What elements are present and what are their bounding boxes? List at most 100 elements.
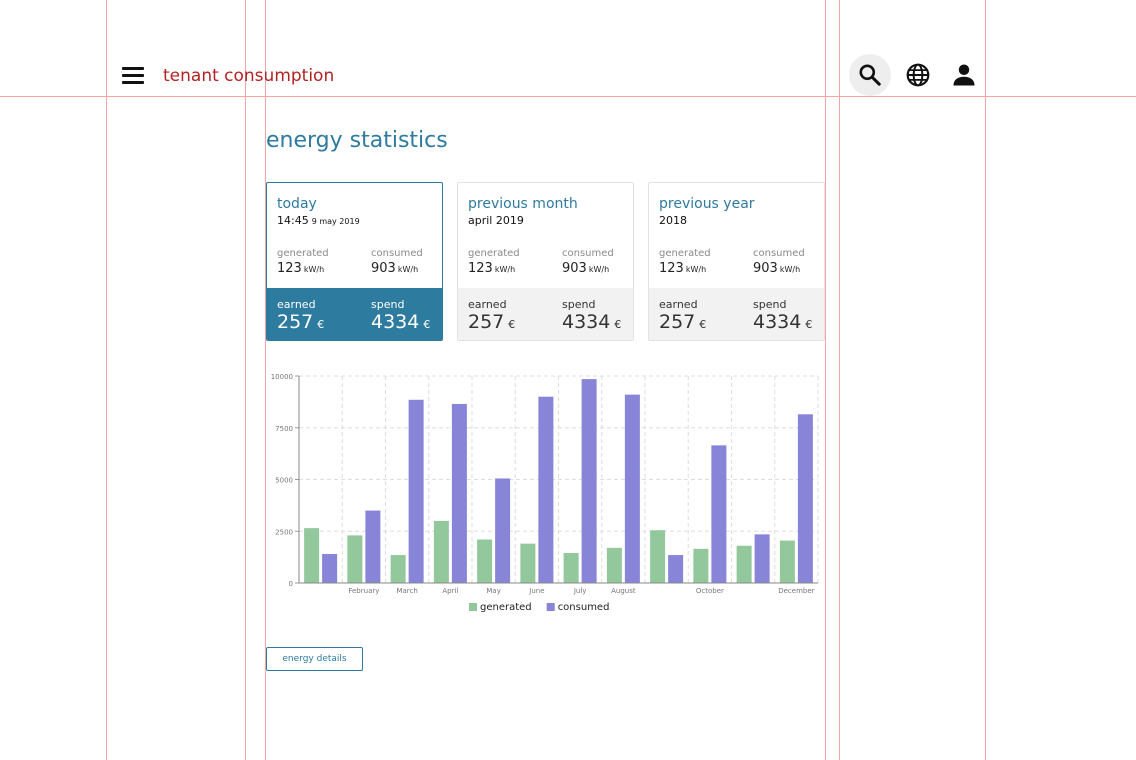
earned-label: earned	[277, 298, 316, 311]
earned-number: 257	[468, 311, 505, 333]
bar-consumed	[624, 394, 640, 583]
app-title: tenant consumption	[163, 66, 335, 86]
generated-number: 123	[659, 261, 684, 276]
card-time-value: 14:45	[277, 214, 309, 227]
spend-label: spend	[371, 298, 405, 311]
spend-label: spend	[562, 298, 596, 311]
unit: kW/h	[588, 265, 610, 274]
bar-generated	[779, 540, 795, 583]
y-tick-label: 10000	[271, 373, 293, 381]
legend-label-consumed: consumed	[558, 602, 610, 613]
search-button[interactable]	[849, 54, 891, 96]
language-button[interactable]	[897, 54, 939, 96]
unit: kW/h	[685, 265, 707, 274]
unit: kW/h	[779, 265, 801, 274]
bar-generated	[693, 548, 709, 583]
stat-card-today[interactable]: today 14:45 9 may 2019 generated 123 kW/h …	[266, 182, 443, 341]
x-tick-label: April	[442, 587, 458, 595]
spend-value: 4334 €	[371, 311, 430, 333]
legend-swatch-generated	[469, 603, 477, 611]
bar-generated	[390, 555, 406, 583]
card-subtitle: 2018	[659, 214, 687, 227]
bar-consumed	[451, 403, 467, 583]
consumed-number: 903	[562, 261, 587, 276]
currency: €	[423, 318, 431, 331]
bar-generated	[304, 528, 320, 583]
bar-generated	[477, 539, 493, 583]
bar-generated	[520, 543, 536, 583]
stat-card-previous-year[interactable]: previous year 2018 generated 123 kW/h con…	[648, 182, 825, 341]
card-money-section: earned 257 € spend 4334 €	[458, 288, 633, 340]
layout-guide	[825, 0, 826, 760]
layout-guide	[985, 0, 986, 760]
generated-label: generated	[277, 248, 329, 259]
x-tick-label: June	[528, 587, 544, 595]
x-tick-label: October	[696, 587, 724, 595]
x-tick-label: May	[486, 587, 500, 595]
generated-value: 123 kW/h	[277, 261, 324, 276]
card-money-section: earned 257 € spend 4334 €	[649, 288, 824, 340]
earned-label: earned	[659, 298, 698, 311]
globe-icon	[906, 63, 930, 87]
consumed-value: 903 kW/h	[753, 261, 800, 276]
spend-number: 4334	[562, 311, 611, 333]
generated-label: generated	[659, 248, 711, 259]
unit: kW/h	[303, 265, 325, 274]
currency: €	[805, 318, 813, 331]
stat-card-previous-month[interactable]: previous month april 2019 generated 123 k…	[457, 182, 634, 341]
card-time: 14:45 9 may 2019	[277, 214, 360, 227]
bar-generated	[563, 552, 579, 583]
card-money-section: earned 257 € spend 4334 €	[267, 288, 442, 340]
legend-label-generated: generated	[480, 602, 532, 613]
currency: €	[699, 318, 707, 331]
consumed-number: 903	[753, 261, 778, 276]
y-tick-label: 7500	[275, 425, 293, 433]
consumed-value: 903 kW/h	[371, 261, 418, 276]
bar-consumed	[581, 379, 597, 583]
consumed-number: 903	[371, 261, 396, 276]
search-icon	[859, 64, 881, 86]
card-title: previous year	[659, 196, 755, 212]
bar-consumed	[668, 555, 684, 583]
earned-value: 257 €	[277, 311, 324, 333]
layout-guide	[245, 0, 246, 760]
bar-generated	[606, 547, 622, 583]
layout-guide	[0, 96, 1136, 97]
y-tick-label: 2500	[275, 528, 293, 536]
card-subtitle: april 2019	[468, 214, 524, 227]
user-icon	[953, 64, 975, 86]
currency: €	[614, 318, 622, 331]
bar-consumed	[365, 510, 381, 583]
spend-number: 4334	[753, 311, 802, 333]
bar-consumed	[408, 399, 424, 583]
bar-generated	[433, 520, 449, 583]
bar-consumed	[538, 396, 554, 583]
earned-value: 257 €	[659, 311, 706, 333]
x-tick-label: March	[396, 587, 417, 595]
earned-value: 257 €	[468, 311, 515, 333]
y-tick-label: 5000	[275, 477, 293, 485]
unit: kW/h	[397, 265, 419, 274]
layout-guide	[106, 0, 107, 760]
spend-number: 4334	[371, 311, 420, 333]
consumed-label: consumed	[753, 248, 805, 259]
generated-number: 123	[468, 261, 493, 276]
unit: kW/h	[494, 265, 516, 274]
bar-generated	[347, 535, 363, 583]
bar-consumed	[754, 534, 770, 583]
account-button[interactable]	[943, 54, 985, 96]
consumed-value: 903 kW/h	[562, 261, 609, 276]
menu-icon[interactable]	[119, 62, 147, 90]
bar-consumed	[711, 445, 727, 583]
layout-guide	[839, 0, 840, 760]
bar-generated	[736, 545, 752, 583]
y-tick-label: 0	[289, 580, 293, 588]
earned-label: earned	[468, 298, 507, 311]
x-tick-label: February	[348, 587, 379, 595]
page-title: energy statistics	[266, 128, 448, 153]
energy-details-button[interactable]: energy details	[266, 647, 363, 671]
energy-bar-chart: 0 2500 5000 7500 10000 February March April May J…	[271, 373, 819, 613]
earned-number: 257	[659, 311, 696, 333]
generated-value: 123 kW/h	[659, 261, 706, 276]
x-tick-label: July	[573, 587, 587, 595]
